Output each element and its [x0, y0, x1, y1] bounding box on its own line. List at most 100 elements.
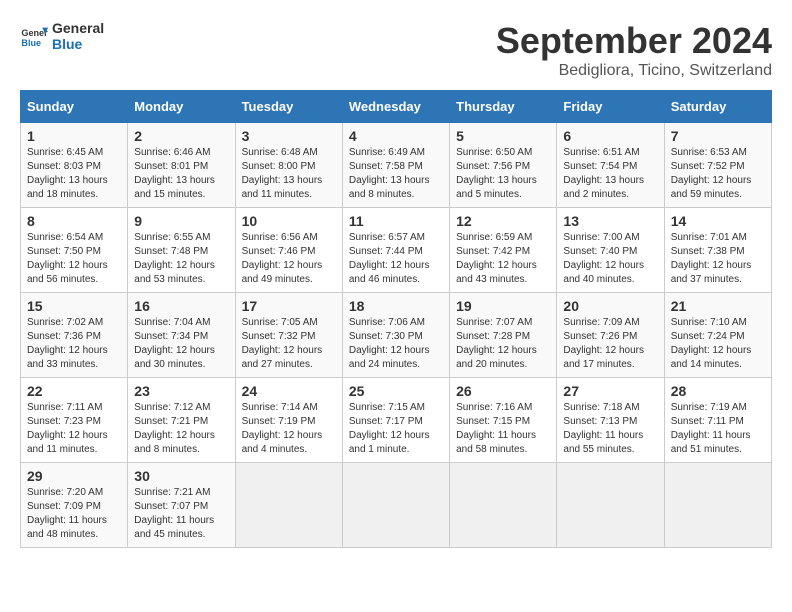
day-info: Sunrise: 6:45 AM Sunset: 8:03 PM Dayligh…: [27, 146, 121, 202]
table-row: 24 Sunrise: 7:14 AM Sunset: 7:19 PM Dayl…: [235, 378, 342, 463]
day-info: Sunrise: 6:54 AM Sunset: 7:50 PM Dayligh…: [27, 231, 121, 287]
day-number: 26: [456, 383, 550, 399]
table-row: 13 Sunrise: 7:00 AM Sunset: 7:40 PM Dayl…: [557, 208, 664, 293]
table-row: [557, 463, 664, 548]
day-number: 6: [563, 128, 657, 144]
day-number: 5: [456, 128, 550, 144]
table-row: 9 Sunrise: 6:55 AM Sunset: 7:48 PM Dayli…: [128, 208, 235, 293]
day-number: 22: [27, 383, 121, 399]
col-monday: Monday: [128, 91, 235, 123]
calendar-title: September 2024: [496, 20, 772, 62]
table-row: 8 Sunrise: 6:54 AM Sunset: 7:50 PM Dayli…: [21, 208, 128, 293]
table-row: 4 Sunrise: 6:49 AM Sunset: 7:58 PM Dayli…: [342, 123, 449, 208]
table-row: 12 Sunrise: 6:59 AM Sunset: 7:42 PM Dayl…: [450, 208, 557, 293]
logo-icon: General Blue: [20, 22, 48, 50]
day-number: 7: [671, 128, 765, 144]
day-info: Sunrise: 7:14 AM Sunset: 7:19 PM Dayligh…: [242, 401, 336, 457]
table-row: 6 Sunrise: 6:51 AM Sunset: 7:54 PM Dayli…: [557, 123, 664, 208]
day-info: Sunrise: 6:53 AM Sunset: 7:52 PM Dayligh…: [671, 146, 765, 202]
table-row: [342, 463, 449, 548]
table-row: 5 Sunrise: 6:50 AM Sunset: 7:56 PM Dayli…: [450, 123, 557, 208]
day-number: 1: [27, 128, 121, 144]
logo-general-text: General: [52, 20, 104, 36]
table-row: 23 Sunrise: 7:12 AM Sunset: 7:21 PM Dayl…: [128, 378, 235, 463]
day-number: 11: [349, 213, 443, 229]
table-row: 20 Sunrise: 7:09 AM Sunset: 7:26 PM Dayl…: [557, 293, 664, 378]
table-row: 28 Sunrise: 7:19 AM Sunset: 7:11 PM Dayl…: [664, 378, 771, 463]
day-number: 13: [563, 213, 657, 229]
table-row: 21 Sunrise: 7:10 AM Sunset: 7:24 PM Dayl…: [664, 293, 771, 378]
header-row: Sunday Monday Tuesday Wednesday Thursday…: [21, 91, 772, 123]
table-row: 25 Sunrise: 7:15 AM Sunset: 7:17 PM Dayl…: [342, 378, 449, 463]
day-info: Sunrise: 7:11 AM Sunset: 7:23 PM Dayligh…: [27, 401, 121, 457]
table-row: 10 Sunrise: 6:56 AM Sunset: 7:46 PM Dayl…: [235, 208, 342, 293]
day-number: 19: [456, 298, 550, 314]
day-info: Sunrise: 7:00 AM Sunset: 7:40 PM Dayligh…: [563, 231, 657, 287]
day-info: Sunrise: 7:15 AM Sunset: 7:17 PM Dayligh…: [349, 401, 443, 457]
table-row: 18 Sunrise: 7:06 AM Sunset: 7:30 PM Dayl…: [342, 293, 449, 378]
calendar-table: Sunday Monday Tuesday Wednesday Thursday…: [20, 90, 772, 548]
week-row-2: 8 Sunrise: 6:54 AM Sunset: 7:50 PM Dayli…: [21, 208, 772, 293]
table-row: 2 Sunrise: 6:46 AM Sunset: 8:01 PM Dayli…: [128, 123, 235, 208]
calendar-body: 1 Sunrise: 6:45 AM Sunset: 8:03 PM Dayli…: [21, 123, 772, 548]
logo: General Blue General Blue: [20, 20, 104, 52]
day-info: Sunrise: 7:09 AM Sunset: 7:26 PM Dayligh…: [563, 316, 657, 372]
week-row-3: 15 Sunrise: 7:02 AM Sunset: 7:36 PM Dayl…: [21, 293, 772, 378]
day-number: 20: [563, 298, 657, 314]
calendar-header: Sunday Monday Tuesday Wednesday Thursday…: [21, 91, 772, 123]
day-number: 10: [242, 213, 336, 229]
table-row: 16 Sunrise: 7:04 AM Sunset: 7:34 PM Dayl…: [128, 293, 235, 378]
col-tuesday: Tuesday: [235, 91, 342, 123]
day-number: 18: [349, 298, 443, 314]
table-row: 26 Sunrise: 7:16 AM Sunset: 7:15 PM Dayl…: [450, 378, 557, 463]
day-number: 24: [242, 383, 336, 399]
day-info: Sunrise: 7:04 AM Sunset: 7:34 PM Dayligh…: [134, 316, 228, 372]
table-row: [664, 463, 771, 548]
day-info: Sunrise: 6:55 AM Sunset: 7:48 PM Dayligh…: [134, 231, 228, 287]
day-number: 3: [242, 128, 336, 144]
col-friday: Friday: [557, 91, 664, 123]
day-info: Sunrise: 6:59 AM Sunset: 7:42 PM Dayligh…: [456, 231, 550, 287]
table-row: 29 Sunrise: 7:20 AM Sunset: 7:09 PM Dayl…: [21, 463, 128, 548]
table-row: 17 Sunrise: 7:05 AM Sunset: 7:32 PM Dayl…: [235, 293, 342, 378]
day-number: 15: [27, 298, 121, 314]
day-info: Sunrise: 7:16 AM Sunset: 7:15 PM Dayligh…: [456, 401, 550, 457]
day-info: Sunrise: 7:05 AM Sunset: 7:32 PM Dayligh…: [242, 316, 336, 372]
week-row-4: 22 Sunrise: 7:11 AM Sunset: 7:23 PM Dayl…: [21, 378, 772, 463]
day-info: Sunrise: 7:07 AM Sunset: 7:28 PM Dayligh…: [456, 316, 550, 372]
day-info: Sunrise: 7:02 AM Sunset: 7:36 PM Dayligh…: [27, 316, 121, 372]
page-header: General Blue General Blue September 2024…: [20, 20, 772, 80]
day-info: Sunrise: 6:51 AM Sunset: 7:54 PM Dayligh…: [563, 146, 657, 202]
table-row: 11 Sunrise: 6:57 AM Sunset: 7:44 PM Dayl…: [342, 208, 449, 293]
day-number: 17: [242, 298, 336, 314]
table-row: 14 Sunrise: 7:01 AM Sunset: 7:38 PM Dayl…: [664, 208, 771, 293]
day-info: Sunrise: 7:06 AM Sunset: 7:30 PM Dayligh…: [349, 316, 443, 372]
day-info: Sunrise: 6:57 AM Sunset: 7:44 PM Dayligh…: [349, 231, 443, 287]
week-row-1: 1 Sunrise: 6:45 AM Sunset: 8:03 PM Dayli…: [21, 123, 772, 208]
day-number: 21: [671, 298, 765, 314]
day-info: Sunrise: 7:18 AM Sunset: 7:13 PM Dayligh…: [563, 401, 657, 457]
day-number: 23: [134, 383, 228, 399]
calendar-subtitle: Bedigliora, Ticino, Switzerland: [496, 62, 772, 80]
day-info: Sunrise: 7:21 AM Sunset: 7:07 PM Dayligh…: [134, 486, 228, 542]
day-number: 25: [349, 383, 443, 399]
day-info: Sunrise: 7:10 AM Sunset: 7:24 PM Dayligh…: [671, 316, 765, 372]
logo-blue-text: Blue: [52, 36, 104, 52]
svg-text:Blue: Blue: [21, 38, 41, 48]
day-number: 16: [134, 298, 228, 314]
day-number: 9: [134, 213, 228, 229]
day-number: 28: [671, 383, 765, 399]
day-number: 14: [671, 213, 765, 229]
day-info: Sunrise: 7:01 AM Sunset: 7:38 PM Dayligh…: [671, 231, 765, 287]
day-number: 8: [27, 213, 121, 229]
table-row: 7 Sunrise: 6:53 AM Sunset: 7:52 PM Dayli…: [664, 123, 771, 208]
table-row: 3 Sunrise: 6:48 AM Sunset: 8:00 PM Dayli…: [235, 123, 342, 208]
day-info: Sunrise: 7:12 AM Sunset: 7:21 PM Dayligh…: [134, 401, 228, 457]
col-saturday: Saturday: [664, 91, 771, 123]
table-row: [450, 463, 557, 548]
table-row: [235, 463, 342, 548]
week-row-5: 29 Sunrise: 7:20 AM Sunset: 7:09 PM Dayl…: [21, 463, 772, 548]
table-row: 22 Sunrise: 7:11 AM Sunset: 7:23 PM Dayl…: [21, 378, 128, 463]
day-info: Sunrise: 6:49 AM Sunset: 7:58 PM Dayligh…: [349, 146, 443, 202]
day-info: Sunrise: 7:19 AM Sunset: 7:11 PM Dayligh…: [671, 401, 765, 457]
